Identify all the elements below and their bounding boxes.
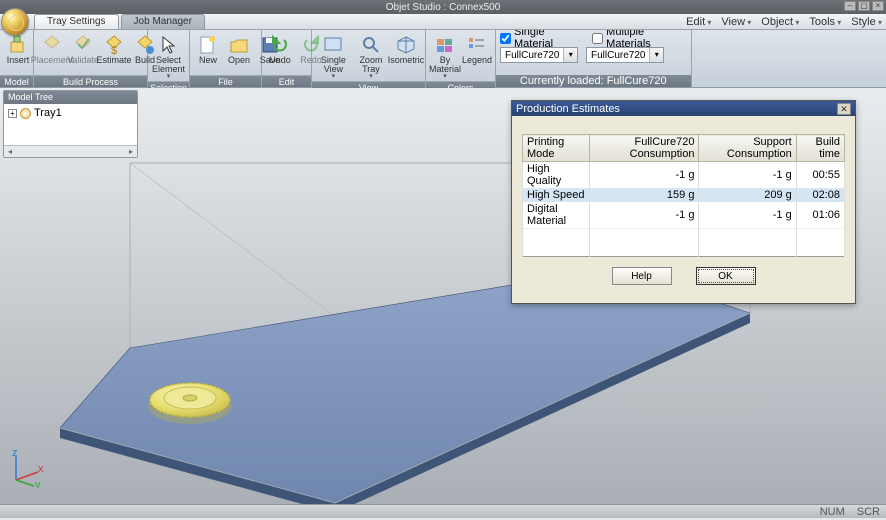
placement-button[interactable]: Placement — [37, 32, 67, 66]
group-colors: By Material Legend Colors — [426, 30, 496, 87]
chevron-down-icon[interactable]: ▾ — [563, 48, 577, 62]
production-estimates-dialog: Production Estimates ✕ Printing Mode Ful… — [511, 100, 856, 304]
help-button[interactable]: Help — [612, 267, 672, 285]
col-support-consumption[interactable]: Support Consumption — [699, 135, 796, 162]
close-button[interactable]: × — [872, 1, 884, 11]
table-row[interactable]: Digital Material -1 g -1 g 01:06 — [523, 202, 845, 229]
by-material-button[interactable]: By Material — [429, 32, 461, 81]
app-orb-button[interactable] — [1, 8, 29, 36]
open-icon — [228, 34, 250, 56]
group-selection: Select Element Selection — [148, 30, 190, 87]
group-file-caption: File — [190, 75, 261, 87]
svg-text:x: x — [38, 463, 44, 475]
status-bar: NUM SCR — [0, 504, 886, 518]
main-area: z x y Model Tree + Tray1 ◂▸ Production E… — [0, 88, 886, 518]
tab-job-manager[interactable]: Job Manager — [121, 14, 205, 29]
model-tree-title: Model Tree — [4, 91, 137, 104]
group-build-process: Placement Validate $ Estimate Build Buil… — [34, 30, 148, 87]
ribbon-tabs: Tray Settings Job Manager — [34, 14, 207, 29]
cursor-icon — [158, 34, 180, 56]
placement-icon — [41, 34, 63, 56]
menu-style[interactable]: Style — [851, 16, 882, 28]
dialog-title: Production Estimates — [516, 103, 620, 115]
redo-button[interactable]: Redo — [296, 32, 326, 66]
col-fc-consumption[interactable]: FullCure720 Consumption — [590, 135, 699, 162]
tree-item-tray1[interactable]: + Tray1 — [8, 107, 133, 119]
expand-icon[interactable]: + — [8, 109, 17, 118]
estimate-button[interactable]: $ Estimate — [99, 32, 129, 66]
group-model: Insert Model — [0, 30, 34, 87]
menubar-strip: Tray Settings Job Manager Edit View Obje… — [0, 14, 886, 30]
app-title: Objet Studio : Connex500 — [386, 2, 501, 13]
group-file: New Open Save File — [190, 30, 262, 87]
group-edit: Undo Redo Edit — [262, 30, 312, 87]
select-element-button[interactable]: Select Element — [151, 32, 186, 81]
tray-icon — [20, 108, 31, 119]
menu-right: Edit View Object Tools Style — [686, 14, 882, 30]
menu-tools[interactable]: Tools — [809, 16, 841, 28]
tree-item-label: Tray1 — [34, 107, 62, 119]
estimates-table: Printing Mode FullCure720 Consumption Su… — [522, 134, 845, 257]
isometric-icon — [395, 34, 417, 56]
col-build-time[interactable]: Build time — [796, 135, 844, 162]
group-model-caption: Model — [0, 75, 33, 87]
undo-icon — [269, 34, 291, 56]
model-tree-panel: Model Tree + Tray1 ◂▸ — [3, 90, 138, 158]
material-right-select[interactable]: FullCure720▾ — [586, 47, 664, 63]
insert-icon — [7, 34, 29, 56]
undo-button[interactable]: Undo — [265, 32, 295, 66]
svg-text:z: z — [12, 448, 18, 459]
status-num: NUM — [820, 506, 845, 518]
legend-icon — [466, 34, 488, 56]
maximize-button[interactable]: ▢ — [858, 1, 870, 11]
status-scr: SCR — [857, 506, 880, 518]
validate-button[interactable]: Validate — [68, 32, 98, 66]
legend-button[interactable]: Legend — [462, 32, 492, 66]
validate-icon — [72, 34, 94, 56]
group-edit-caption: Edit — [262, 75, 311, 87]
currently-loaded-caption: Currently loaded: FullCure720 — [496, 75, 691, 87]
dialog-titlebar[interactable]: Production Estimates ✕ — [512, 101, 855, 116]
dialog-close-button[interactable]: ✕ — [837, 103, 851, 115]
minimize-button[interactable]: – — [844, 1, 856, 11]
group-materials: Single Material Multiple Materials FullC… — [496, 30, 692, 87]
title-bar: Objet Studio : Connex500 – ▢ × — [0, 0, 886, 14]
material-left-select[interactable]: FullCure720▾ — [500, 47, 578, 63]
zoom-icon — [360, 34, 382, 56]
group-view: Single View Zoom Tray Isometric View — [312, 30, 426, 87]
col-printing-mode[interactable]: Printing Mode — [523, 135, 590, 162]
menu-object[interactable]: Object — [761, 16, 799, 28]
redo-icon — [300, 34, 322, 56]
new-icon — [197, 34, 219, 56]
tab-tray-settings[interactable]: Tray Settings — [34, 14, 119, 29]
zoom-tray-button[interactable]: Zoom Tray — [353, 32, 389, 81]
single-material-input[interactable] — [500, 33, 511, 44]
axis-gizmo: z x y — [8, 448, 48, 488]
table-row[interactable]: High Quality -1 g -1 g 00:55 — [523, 162, 845, 189]
open-button[interactable]: Open — [224, 32, 254, 66]
ribbon: Insert Model Placement Validate $ Estima… — [0, 30, 886, 88]
chevron-down-icon[interactable]: ▾ — [649, 48, 663, 62]
table-row[interactable]: High Speed 159 g 209 g 02:08 — [523, 188, 845, 202]
menu-edit[interactable]: Edit — [686, 16, 711, 28]
tree-scrollbar[interactable]: ◂▸ — [4, 145, 137, 157]
menu-view[interactable]: View — [721, 16, 751, 28]
ok-button[interactable]: OK — [696, 267, 756, 285]
window-buttons: – ▢ × — [844, 1, 884, 11]
isometric-button[interactable]: Isometric — [390, 32, 422, 66]
palette-icon — [434, 34, 456, 56]
new-button[interactable]: New — [193, 32, 223, 66]
estimate-icon: $ — [103, 34, 125, 56]
group-build-process-caption: Build Process — [34, 75, 147, 87]
svg-text:y: y — [35, 479, 41, 488]
insert-button[interactable]: Insert — [3, 32, 33, 66]
multiple-materials-input[interactable] — [592, 33, 603, 44]
